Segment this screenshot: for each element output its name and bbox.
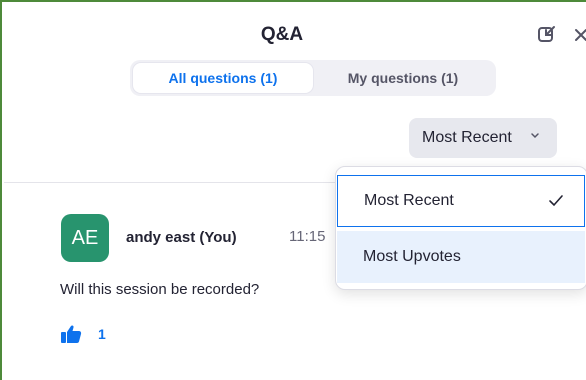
sort-selected-label: Most Recent — [422, 129, 512, 146]
sort-option-label: Most Upvotes — [363, 248, 461, 265]
thumbs-up-icon — [61, 325, 82, 343]
upvote-count: 1 — [98, 326, 106, 342]
close-icon[interactable] — [572, 24, 586, 46]
tab-all-questions[interactable]: All questions (1) — [133, 63, 313, 93]
upvote-button[interactable]: 1 — [60, 324, 106, 344]
question-author: andy east (You) — [126, 229, 237, 246]
question-text: Will this session be recorded? — [60, 281, 260, 298]
sort-option-most-upvotes[interactable]: Most Upvotes — [337, 231, 585, 283]
avatar: AE — [61, 214, 109, 262]
sort-dropdown-menu: Most Recent Most Upvotes — [335, 166, 586, 290]
sort-option-label: Most Recent — [364, 192, 454, 209]
qa-window: Q&A All questions (1) My questions (1) M… — [0, 0, 586, 380]
chevron-down-icon — [531, 133, 539, 139]
question-filter-tabs: All questions (1) My questions (1) — [130, 60, 496, 96]
sort-dropdown-button[interactable]: Most Recent — [409, 118, 557, 158]
question-time: 11:15 — [289, 228, 326, 245]
check-icon — [549, 195, 563, 207]
window-title: Q&A — [260, 24, 304, 45]
sort-option-most-recent[interactable]: Most Recent — [337, 175, 585, 227]
tab-my-questions[interactable]: My questions (1) — [313, 63, 493, 93]
popout-icon[interactable] — [536, 24, 558, 46]
